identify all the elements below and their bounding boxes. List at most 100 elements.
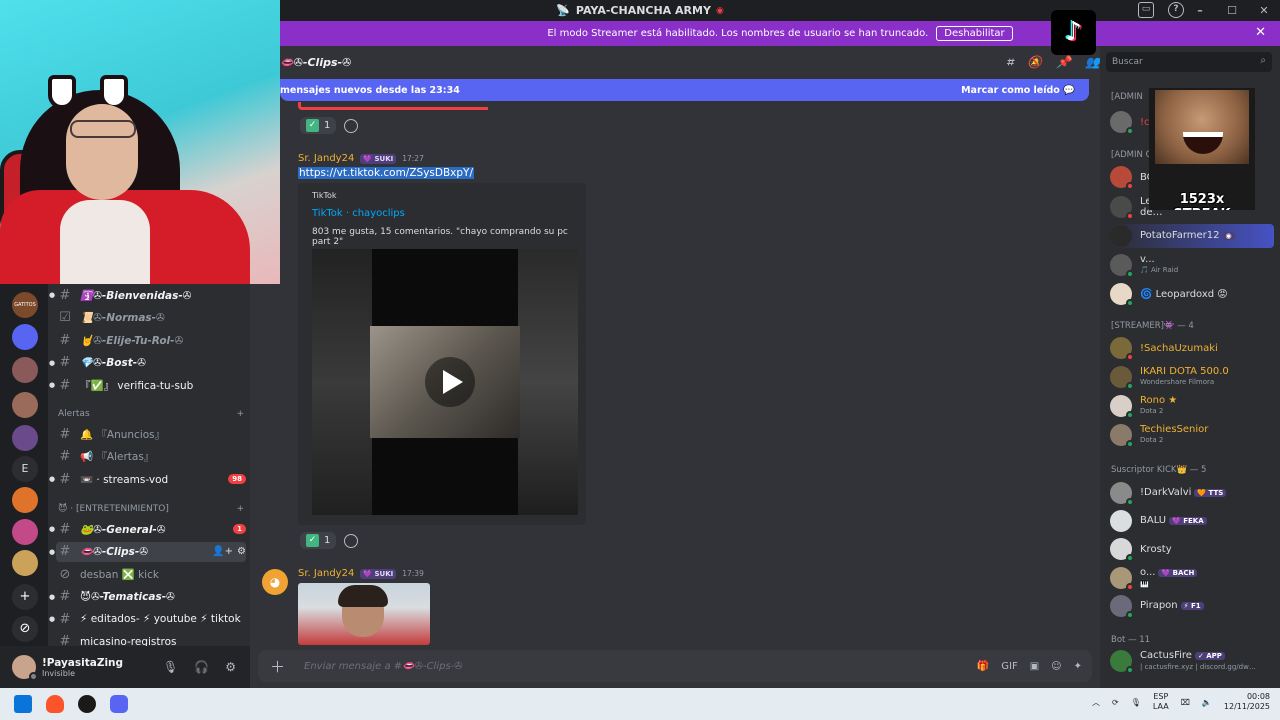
member-list-icon[interactable]: 👥 <box>1085 55 1100 70</box>
channel-item[interactable]: ☑ 📜✇-Normas-✇ <box>56 308 246 328</box>
apps-icon[interactable]: ✦ <box>1074 661 1082 672</box>
category-entretenimiento[interactable]: 😈 · [ENTRETENIMIENTO] + <box>58 504 244 514</box>
help-icon[interactable]: ? <box>1168 2 1184 18</box>
pinned-icon[interactable]: 📌 <box>1056 55 1071 70</box>
titlebar-tools: ▭ ? <box>1138 2 1184 18</box>
volume-icon[interactable]: 🔈 <box>1202 698 1212 707</box>
user-avatar[interactable] <box>12 655 38 681</box>
add-server-icon[interactable]: + <box>12 584 38 610</box>
member-activity: 🎹 <box>1140 579 1149 588</box>
channel-item[interactable]: ● # ⚡ editados- ⚡ youtube ⚡ tiktok <box>49 609 246 629</box>
close-window-button[interactable]: ✕ <box>1248 0 1280 21</box>
channel-item[interactable]: ● # 『✅』 verifica-tu-sub <box>49 375 246 395</box>
member-item[interactable]: TechiesSenior Dota 2 <box>1110 423 1274 448</box>
server-icon[interactable] <box>12 550 38 576</box>
user-name[interactable]: !PayasitaZing <box>42 657 123 669</box>
server-icon[interactable]: GATITOS ARMY <box>12 292 38 334</box>
obs-icon[interactable] <box>78 695 96 713</box>
image-attachment[interactable] <box>298 583 430 645</box>
member-name: Krosty <box>1140 543 1172 555</box>
mark-as-read-button[interactable]: Marcar como leído 💬 <box>961 85 1075 96</box>
message-author[interactable]: Sr. Jandy24 <box>298 153 354 164</box>
server-icon[interactable] <box>12 425 38 451</box>
brave-browser-icon[interactable] <box>46 695 64 713</box>
reaction-check-2[interactable]: ✓ 1 <box>300 532 337 549</box>
search-input[interactable]: Buscar ⌕ <box>1106 52 1272 72</box>
tray-mic-icon[interactable]: 🎙 <box>1131 698 1141 707</box>
play-icon[interactable] <box>425 357 475 407</box>
attach-plus-icon[interactable]: ＋ <box>270 656 288 677</box>
presence-dot <box>1126 299 1134 307</box>
emoji-icon[interactable]: ☺ <box>1051 661 1061 672</box>
embed-provider[interactable]: TikTok <box>312 191 337 200</box>
invite-icon[interactable]: 👤+ <box>212 546 233 557</box>
language-indicator[interactable]: ESP LAA <box>1153 692 1169 712</box>
message-composer[interactable]: ＋ Enviar mensaje a #👄✇-Clips-✇ 🎁 GIF ▣ ☺… <box>258 650 1092 682</box>
gift-icon[interactable]: 🎁 <box>977 661 989 672</box>
member-item[interactable]: Krosty <box>1110 537 1274 562</box>
inbox-icon[interactable]: ▭ <box>1138 2 1154 18</box>
server-icon[interactable] <box>12 392 38 418</box>
server-icon[interactable] <box>12 519 38 545</box>
network-icon[interactable]: ⌧ <box>1181 698 1190 707</box>
new-messages-bar[interactable]: mensajes nuevos desde las 23:34 Marcar c… <box>280 79 1089 101</box>
gif-icon[interactable]: GIF <box>1001 661 1017 672</box>
member-item[interactable]: o... 💜 BACH 🎹 <box>1110 566 1274 591</box>
channel-item[interactable]: ● # 😈✇-Tematicas-✇ <box>49 587 246 607</box>
notifications-off-icon[interactable]: 🔕 <box>1027 55 1042 70</box>
sticker-icon[interactable]: ▣ <box>1030 661 1039 672</box>
member-item[interactable]: BALU 💜 FEKA <box>1110 509 1274 533</box>
member-item[interactable]: PotatoFarmer12 ◉ <box>1110 224 1274 248</box>
member-item[interactable]: !SachaUzumaki <box>1110 336 1274 361</box>
reaction-check[interactable]: ✓ 1 <box>300 117 337 134</box>
tray-chevron-icon[interactable]: ︿ <box>1092 697 1100 708</box>
embed-video[interactable] <box>312 249 578 515</box>
member-item[interactable]: Pirapon ⚡ F1 <box>1110 594 1274 619</box>
member-item[interactable]: CactusFire ✓ APP | cactusfire.xyz | discor… <box>1110 649 1274 674</box>
discover-icon[interactable]: ⊘ <box>12 616 38 642</box>
mic-icon[interactable]: 🎙 <box>163 660 178 674</box>
channel-item[interactable]: ⊘ desban ❎ kick <box>56 564 246 584</box>
channel-settings-icon[interactable]: ⚙ <box>237 546 246 557</box>
tray-app-icon[interactable]: ⟳ <box>1112 698 1119 707</box>
add-reaction-icon[interactable] <box>344 118 359 133</box>
channel-item[interactable]: # 📢 『Alertas』 <box>56 447 246 467</box>
channel-item[interactable]: ● # 💎✇-Bost-✇ <box>49 353 246 373</box>
clock[interactable]: 00:08 12/11/2025 <box>1224 692 1270 712</box>
category-alertas[interactable]: Alertas + <box>58 409 244 419</box>
composer-input[interactable]: Enviar mensaje a #👄✇-Clips-✇ <box>304 661 463 672</box>
channel-item[interactable]: ● # 🛐✇-Bienvenidas-✇ <box>49 285 246 305</box>
add-reaction-icon[interactable] <box>344 533 359 548</box>
threads-icon[interactable]: ⌗ <box>1006 55 1013 70</box>
message-link[interactable]: https://vt.tiktok.com/ZSysDBxpY/ <box>298 167 475 179</box>
discord-taskbar-icon[interactable] <box>110 695 128 713</box>
channel-item[interactable]: ● # 📼 · streams-vod 98 <box>49 469 246 489</box>
member-item[interactable]: 🌀 Leopardoxd 😡 <box>1110 282 1274 307</box>
disable-streamer-mode-button[interactable]: Deshabilitar <box>936 26 1013 41</box>
server-icon[interactable] <box>12 324 38 350</box>
channel-item[interactable]: ● # 👄✇-Clips-✇ 👤+ ⚙ <box>49 541 246 562</box>
add-channel-icon[interactable]: + <box>236 409 244 419</box>
minimize-button[interactable]: – <box>1184 0 1216 21</box>
message-author[interactable]: Sr. Jandy24 <box>298 568 354 579</box>
author-avatar[interactable]: ◕ <box>262 569 288 595</box>
member-item[interactable]: v... 🎵 Air Raid <box>1110 253 1274 278</box>
member-avatar <box>1110 337 1134 361</box>
channel-item[interactable]: # 🤘✇-Elije-Tu-Rol-✇ <box>56 330 246 350</box>
server-icon[interactable]: E <box>12 456 38 482</box>
server-icon[interactable] <box>12 487 38 513</box>
headphones-icon[interactable]: 🎧 <box>194 660 209 674</box>
server-icon[interactable] <box>12 357 38 383</box>
member-item[interactable]: IKARI DOTA 500.0 Wondershare Filmora <box>1110 365 1274 390</box>
windows-start-icon[interactable] <box>14 695 32 713</box>
settings-gear-icon[interactable]: ⚙ <box>225 660 236 674</box>
channel-item[interactable]: ● # 🐸✇-General-✇ 1 <box>49 519 246 539</box>
member-item[interactable]: !DarkValvi 🧡 TTS <box>1110 481 1274 506</box>
header-toolbar: ⌗ 🔕 📌 👥 <box>1006 55 1100 70</box>
channel-item[interactable]: # 🔔 『Anuncios』 <box>56 424 246 444</box>
add-channel-icon[interactable]: + <box>236 504 244 514</box>
member-item[interactable]: Rono ★ Dota 2 <box>1110 394 1274 419</box>
maximize-button[interactable]: ☐ <box>1216 0 1248 21</box>
embed-title[interactable]: TikTok · chayoclips <box>312 208 405 219</box>
banner-close-icon[interactable]: ✕ <box>1255 25 1266 40</box>
